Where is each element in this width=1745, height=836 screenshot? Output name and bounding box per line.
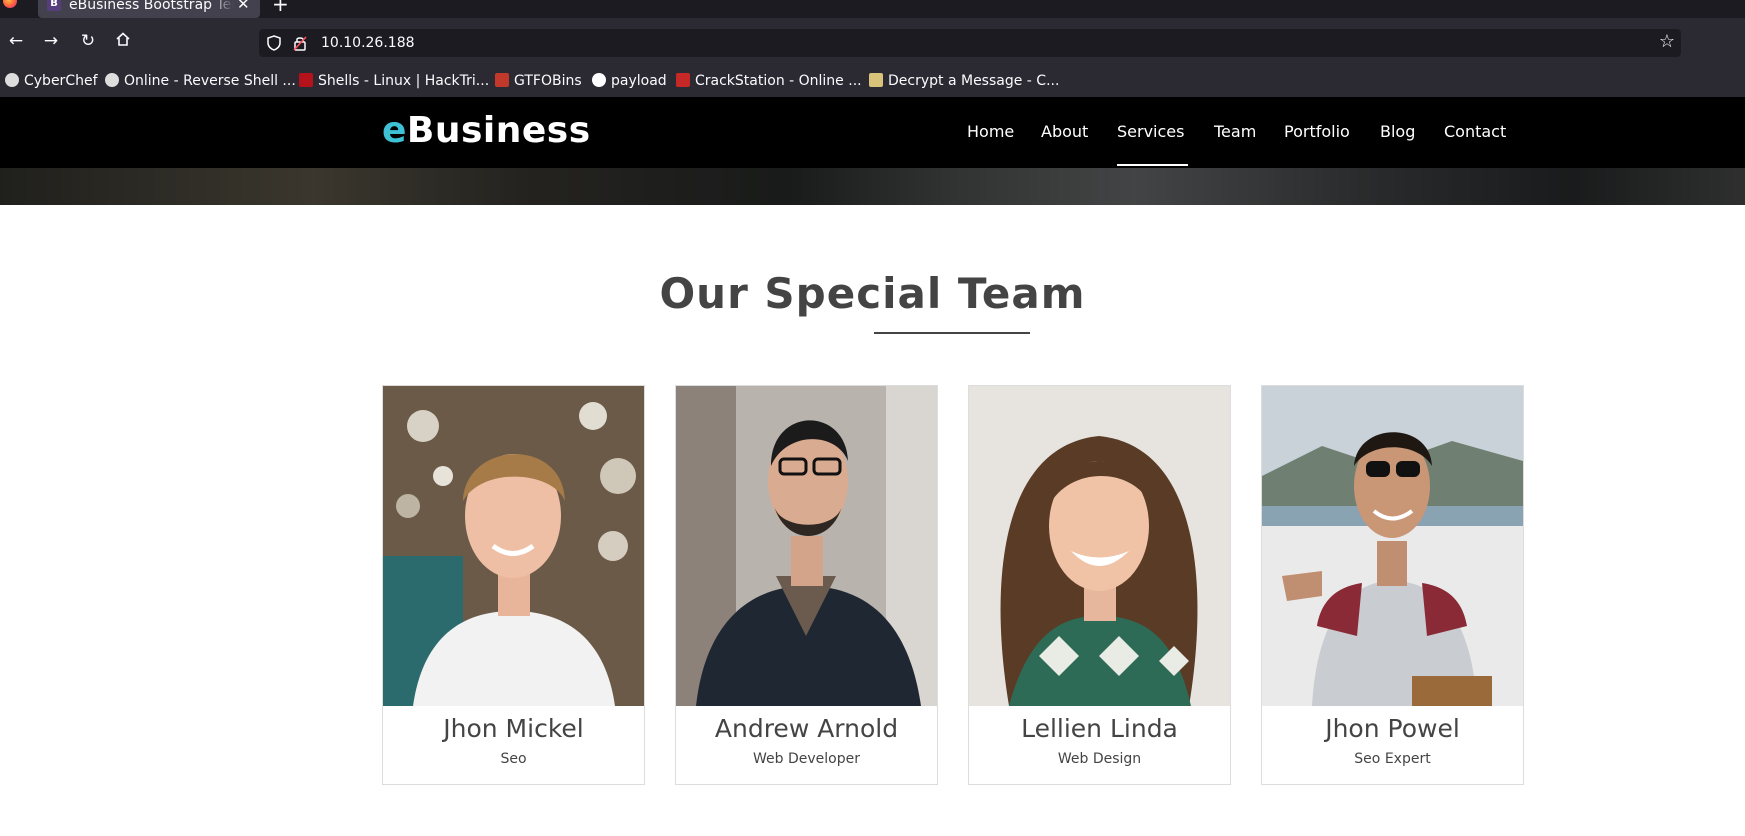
bookmark-star-icon[interactable]: ☆	[1659, 32, 1675, 52]
section-title: Our Special Team	[659, 269, 1086, 318]
bookmark-label: Online - Reverse Shell ...	[124, 73, 296, 89]
menu-team[interactable]: Team	[1214, 122, 1256, 142]
member-name: Jhon Mickel	[443, 714, 584, 743]
member-photo	[1262, 386, 1523, 706]
address-bar[interactable]: 10.10.26.188 ☆	[259, 29, 1681, 57]
member-role: Seo Expert	[1354, 751, 1431, 767]
member-name: Lellien Linda	[1021, 714, 1178, 743]
url-text[interactable]: 10.10.26.188	[321, 34, 415, 52]
bookmark-cyberchef[interactable]: CyberChef	[5, 72, 98, 90]
menu-portfolio[interactable]: Portfolio	[1284, 122, 1350, 142]
member-photo	[676, 386, 937, 706]
bookmark-label: payload	[611, 73, 667, 89]
new-tab-icon[interactable]: +	[272, 0, 289, 14]
back-icon[interactable]: ←	[6, 31, 26, 51]
member-photo	[383, 386, 644, 706]
active-menu-indicator	[1117, 164, 1188, 166]
team-member-card[interactable]: Jhon Mickel Seo	[382, 385, 645, 785]
browser-navigation-bar: ← → ↻ 10.10.26.188 ☆	[0, 18, 1745, 64]
bookmark-payload[interactable]: payload	[592, 72, 667, 90]
bookmark-label: Decrypt a Message - C...	[888, 73, 1060, 89]
menu-home[interactable]: Home	[967, 122, 1014, 142]
bookmark-label: GTFOBins	[514, 73, 582, 89]
bookmark-gtfobins[interactable]: GTFOBins	[495, 72, 582, 90]
team-member-card[interactable]: Jhon Powel Seo Expert	[1261, 385, 1524, 785]
bookmark-reverse-shell[interactable]: Online - Reverse Shell ...	[105, 72, 296, 90]
browser-tab-strip: B eBusiness Bootstrap Tem ✕ +	[0, 0, 1745, 18]
bookmark-label: CrackStation - Online ...	[695, 73, 862, 89]
skull-icon	[105, 73, 119, 87]
hero-overlay	[0, 168, 1745, 205]
github-icon	[592, 73, 606, 87]
bookmark-label: Shells - Linux | HackTri...	[318, 73, 490, 89]
firefox-logo-icon[interactable]	[3, 0, 17, 8]
bookmark-hacktricks[interactable]: Shells - Linux | HackTri...	[299, 72, 489, 90]
insecure-lock-icon[interactable]	[293, 35, 307, 51]
browser-tab[interactable]: B eBusiness Bootstrap Tem ✕	[38, 0, 260, 18]
team-member-card[interactable]: Andrew Arnold Web Developer	[675, 385, 938, 785]
reload-icon[interactable]: ↻	[78, 31, 98, 51]
chef-hat-icon	[5, 73, 19, 87]
bookmark-label: CyberChef	[24, 73, 98, 89]
menu-services[interactable]: Services	[1117, 122, 1184, 142]
member-role: Web Developer	[753, 751, 860, 767]
member-role: Seo	[500, 751, 527, 767]
menu-contact[interactable]: Contact	[1444, 122, 1506, 142]
bookmark-crackstation[interactable]: CrackStation - Online ...	[676, 72, 862, 90]
member-name: Andrew Arnold	[714, 714, 899, 743]
close-tab-icon[interactable]: ✕	[237, 0, 250, 12]
main-menu: Home About Services Team Portfolio Blog …	[0, 122, 1745, 142]
bookmarks-toolbar: CyberChef Online - Reverse Shell ... She…	[0, 64, 1745, 97]
gtfobins-icon	[495, 73, 509, 87]
member-role: Web Design	[1057, 751, 1142, 767]
hacktricks-icon	[299, 73, 313, 87]
bootstrap-favicon-icon: B	[47, 0, 61, 11]
member-photo	[969, 386, 1230, 706]
menu-blog[interactable]: Blog	[1380, 122, 1415, 142]
menu-about[interactable]: About	[1041, 122, 1088, 142]
home-icon[interactable]	[113, 31, 133, 51]
forward-icon[interactable]: →	[41, 31, 61, 51]
tracking-shield-icon[interactable]	[267, 35, 281, 51]
member-name: Jhon Powel	[1325, 714, 1460, 743]
tab-title: eBusiness Bootstrap Tem	[69, 0, 234, 13]
title-underline	[874, 332, 1030, 334]
site-header: eBusiness Home About Services Team Portf…	[0, 97, 1745, 168]
crackstation-icon	[676, 73, 690, 87]
bookmark-decrypt-message[interactable]: Decrypt a Message - C...	[869, 72, 1059, 90]
team-member-card[interactable]: Lellien Linda Web Design	[968, 385, 1231, 785]
decrypt-icon	[869, 73, 883, 87]
